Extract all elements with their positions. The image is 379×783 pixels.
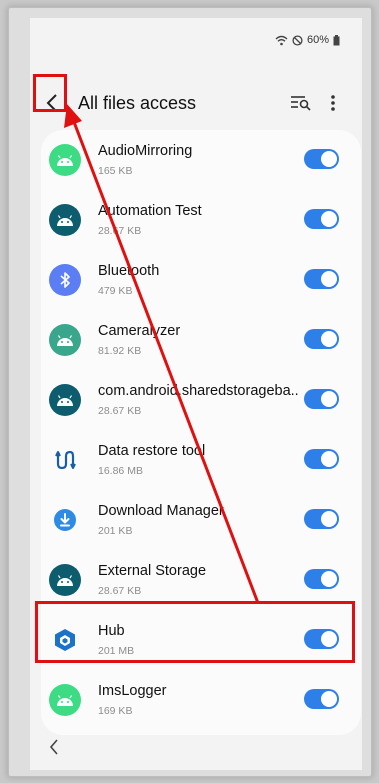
android-icon — [49, 384, 81, 416]
list-item[interactable]: AudioMirroring 165 KB — [41, 130, 361, 190]
battery-icon — [333, 34, 340, 46]
status-bar: 60% — [275, 32, 340, 48]
battery-percent: 60% — [306, 34, 329, 46]
toggle-knob — [321, 211, 337, 227]
app-name: Data restore tool — [98, 443, 206, 459]
bluetooth-icon — [49, 264, 81, 296]
download-icon — [49, 504, 81, 536]
access-toggle[interactable] — [304, 569, 339, 589]
toggle-knob — [321, 331, 337, 347]
list-item[interactable]: Data restore tool 16.86 MB — [41, 430, 361, 490]
list-item[interactable]: Cameralyzer 81.92 KB — [41, 310, 361, 370]
android-icon — [49, 204, 81, 236]
more-options-button[interactable] — [326, 92, 340, 114]
back-button-highlight — [33, 74, 67, 112]
app-size: 28.67 KB — [98, 405, 142, 417]
app-name: Bluetooth — [98, 263, 160, 279]
nav-back-button[interactable] — [48, 738, 64, 758]
toggle-knob — [321, 511, 337, 527]
list-item[interactable]: Bluetooth 479 KB — [41, 250, 361, 310]
app-size: 165 KB — [98, 165, 133, 177]
app-name: External Storage — [98, 563, 207, 579]
list-item[interactable]: ImsLogger 169 KB — [41, 670, 361, 730]
search-filter-button[interactable] — [289, 93, 313, 113]
toggle-knob — [321, 451, 337, 467]
list-item[interactable]: Automation Test 28.67 KB — [41, 190, 361, 250]
access-toggle[interactable] — [304, 689, 339, 709]
app-name: Cameralyzer — [98, 323, 181, 339]
app-name: com.android.sharedstorageba.. — [98, 383, 299, 399]
app-size: 169 KB — [98, 705, 133, 717]
app-size: 81.92 KB — [98, 345, 142, 357]
access-toggle[interactable] — [304, 269, 339, 289]
list-item[interactable]: com.android.sharedstorageba.. 28.67 KB — [41, 370, 361, 430]
chevron-left-icon — [49, 739, 58, 755]
access-toggle[interactable] — [304, 389, 339, 409]
app-name: ImsLogger — [98, 683, 167, 699]
android-icon — [49, 564, 81, 596]
android-icon — [49, 324, 81, 356]
app-size: 16.86 MB — [98, 465, 143, 477]
app-size: 28.67 KB — [98, 225, 142, 237]
android-icon — [49, 684, 81, 716]
toggle-knob — [321, 691, 337, 707]
toggle-knob — [321, 151, 337, 167]
app-name: AudioMirroring — [98, 143, 193, 159]
toggle-knob — [321, 391, 337, 407]
app-size: 28.67 KB — [98, 585, 142, 597]
app-bar: All files access — [30, 83, 362, 123]
access-toggle[interactable] — [304, 209, 339, 229]
access-toggle[interactable] — [304, 329, 339, 349]
search-list-icon — [291, 96, 311, 111]
toggle-knob — [321, 571, 337, 587]
page-title: All files access — [78, 93, 197, 113]
wifi-icon — [275, 35, 288, 46]
app-size: 201 KB — [98, 525, 133, 537]
access-toggle[interactable] — [304, 449, 339, 469]
access-toggle[interactable] — [304, 149, 339, 169]
app-name: Download Manager — [98, 503, 224, 519]
data-restore-icon — [49, 444, 81, 476]
more-vertical-icon — [331, 95, 335, 111]
hub-row-highlight — [35, 601, 355, 663]
access-toggle[interactable] — [304, 509, 339, 529]
app-size: 479 KB — [98, 285, 133, 297]
app-name: Automation Test — [98, 203, 202, 219]
android-icon — [49, 144, 81, 176]
do-not-disturb-icon — [292, 34, 303, 46]
list-item[interactable]: Download Manager 201 KB — [41, 490, 361, 550]
toggle-knob — [321, 271, 337, 287]
